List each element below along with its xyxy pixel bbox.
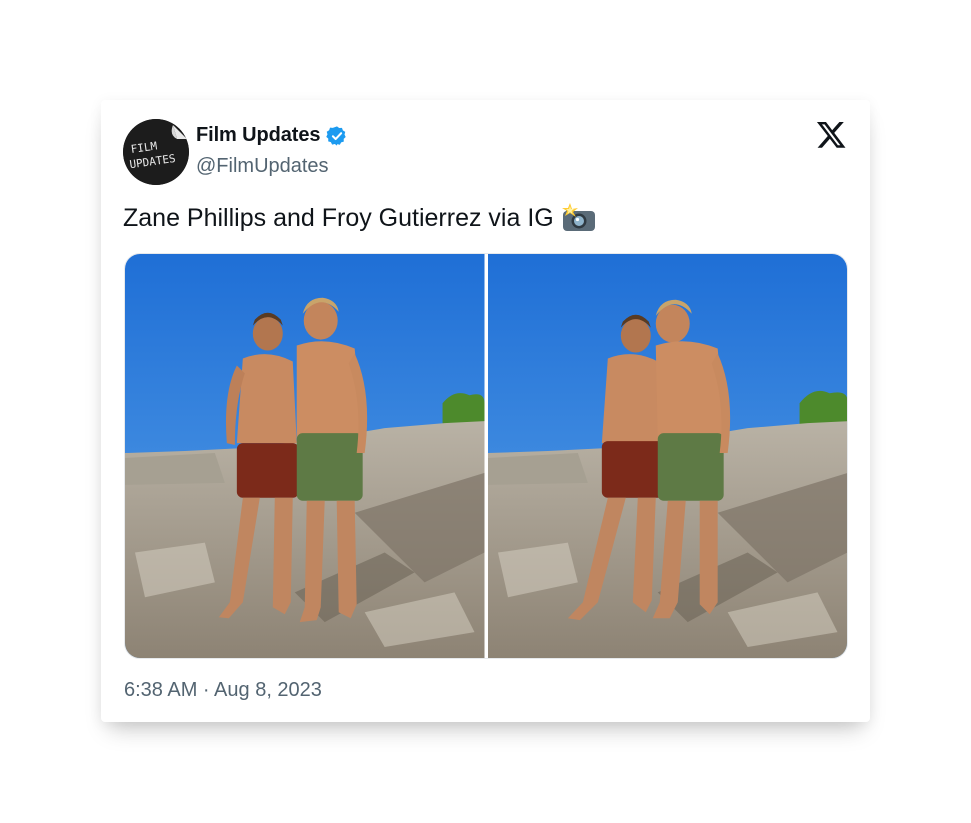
tweet-card: FILM UPDATES Film Updates @FilmUpdates Z… (101, 100, 870, 722)
media-grid (124, 253, 848, 659)
tweet-text: Zane Phillips and Froy Gutierrez via IG (123, 203, 596, 233)
beach-photo-icon (125, 254, 485, 658)
tweet-timestamp[interactable]: 6:38 AM · Aug 8, 2023 (124, 679, 322, 702)
media-photo-2[interactable] (487, 254, 847, 658)
display-name[interactable]: Film Updates (196, 124, 320, 147)
film-updates-logo: FILM UPDATES (123, 119, 189, 185)
x-logo-icon[interactable] (815, 120, 846, 151)
tweet-body: Zane Phillips and Froy Gutierrez via IG (123, 203, 554, 232)
verified-badge-icon (326, 125, 347, 146)
author-handle[interactable]: @FilmUpdates (196, 155, 329, 178)
media-photo-1[interactable] (125, 254, 485, 658)
camera-flash-icon (561, 203, 595, 231)
beach-photo-icon (487, 254, 847, 658)
author-name-row: Film Updates (196, 124, 348, 147)
avatar[interactable]: FILM UPDATES (123, 119, 189, 185)
